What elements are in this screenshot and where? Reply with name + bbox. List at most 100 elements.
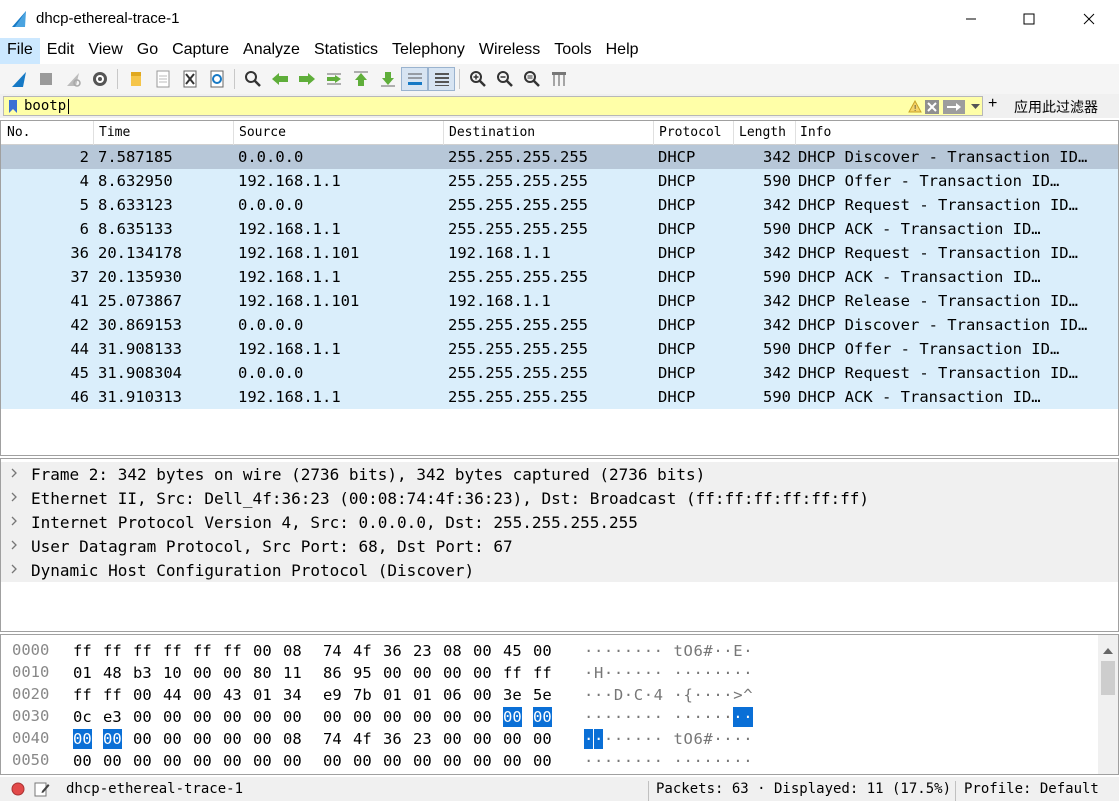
- hex-byte[interactable]: 00: [223, 707, 242, 727]
- hex-byte[interactable]: 45: [503, 641, 522, 661]
- start-capture-button[interactable]: [5, 67, 32, 91]
- hex-byte[interactable]: 00: [133, 685, 152, 705]
- hex-byte[interactable]: 01: [413, 685, 432, 705]
- packet-row[interactable]: 41 25.073867 192.168.1.101 192.168.1.1 DHCP 3…: [1, 289, 1118, 313]
- menu-wireless[interactable]: Wireless: [472, 38, 547, 64]
- ascii-char[interactable]: ·: [723, 641, 732, 661]
- maximize-button[interactable]: [1003, 0, 1055, 38]
- ascii-char[interactable]: D: [614, 685, 623, 705]
- column-header-length[interactable]: Length: [735, 125, 786, 140]
- ascii-char[interactable]: ·: [674, 707, 683, 727]
- column-header-source[interactable]: Source: [235, 125, 286, 140]
- zoom-out-button[interactable]: [491, 67, 518, 91]
- hex-byte[interactable]: 08: [283, 729, 302, 749]
- column-header-no[interactable]: No.: [3, 125, 30, 140]
- ascii-char[interactable]: ·: [634, 729, 643, 749]
- hex-byte[interactable]: 00: [193, 751, 212, 771]
- ascii-char[interactable]: 6: [693, 729, 702, 749]
- packet-row[interactable]: 46 31.910313 192.168.1.1 255.255.255.255 DHC…: [1, 385, 1118, 409]
- menu-capture[interactable]: Capture: [165, 38, 236, 64]
- column-header-destination[interactable]: Destination: [445, 125, 535, 140]
- hex-byte[interactable]: 00: [223, 663, 242, 683]
- apply-filter-label[interactable]: 应用此过滤器: [1014, 97, 1098, 117]
- ascii-char[interactable]: ·: [654, 751, 663, 771]
- find-packet-button[interactable]: [239, 67, 266, 91]
- ascii-char[interactable]: ·: [634, 751, 643, 771]
- ascii-char[interactable]: ·: [614, 707, 623, 727]
- packet-row[interactable]: 37 20.135930 192.168.1.1 255.255.255.255 DHC…: [1, 265, 1118, 289]
- hex-byte[interactable]: 00: [383, 663, 402, 683]
- column-divider[interactable]: [653, 121, 654, 145]
- hex-byte[interactable]: 00: [223, 751, 242, 771]
- hex-byte[interactable]: ff: [533, 663, 552, 683]
- ascii-char[interactable]: ·: [743, 663, 752, 683]
- ascii-char[interactable]: #: [703, 729, 712, 749]
- hex-byte[interactable]: 00: [503, 707, 522, 727]
- ascii-char[interactable]: ·: [713, 729, 722, 749]
- ascii-char[interactable]: ·: [723, 751, 732, 771]
- hex-byte[interactable]: ff: [103, 685, 122, 705]
- ascii-char[interactable]: ·: [584, 707, 593, 727]
- ascii-char[interactable]: ·: [624, 685, 633, 705]
- menu-tools[interactable]: Tools: [547, 38, 598, 64]
- hex-byte[interactable]: 36: [383, 641, 402, 661]
- menu-edit[interactable]: Edit: [40, 38, 82, 64]
- menu-telephony[interactable]: Telephony: [385, 38, 472, 64]
- capture-options-button[interactable]: [86, 67, 113, 91]
- hex-byte[interactable]: 01: [383, 685, 402, 705]
- column-header-time[interactable]: Time: [95, 125, 130, 140]
- ascii-char[interactable]: ·: [743, 641, 752, 661]
- hex-byte[interactable]: 48: [103, 663, 122, 683]
- detail-tree-item[interactable]: Internet Protocol Version 4, Src: 0.0.0.…: [1, 510, 1118, 534]
- hex-byte[interactable]: 4f: [353, 729, 372, 749]
- hex-byte[interactable]: 00: [443, 663, 462, 683]
- hex-byte[interactable]: 00: [383, 751, 402, 771]
- reload-file-button[interactable]: [203, 67, 230, 91]
- hex-byte[interactable]: 01: [253, 685, 272, 705]
- apply-filter-button[interactable]: [942, 99, 966, 114]
- ascii-char[interactable]: ·: [723, 685, 732, 705]
- hex-byte[interactable]: 44: [163, 685, 182, 705]
- hex-byte[interactable]: 00: [193, 685, 212, 705]
- hex-byte[interactable]: 00: [353, 751, 372, 771]
- hex-byte[interactable]: 00: [253, 751, 272, 771]
- hex-byte[interactable]: 00: [103, 751, 122, 771]
- ascii-char[interactable]: ·: [713, 641, 722, 661]
- status-profile[interactable]: Profile: Default: [964, 781, 1099, 797]
- ascii-char[interactable]: ·: [654, 663, 663, 683]
- ascii-char[interactable]: ·: [584, 685, 593, 705]
- display-filter-input[interactable]: bootp !: [3, 96, 983, 116]
- hex-byte[interactable]: 00: [533, 729, 552, 749]
- ascii-char[interactable]: ·: [634, 663, 643, 683]
- hex-byte[interactable]: 00: [413, 707, 432, 727]
- hex-byte[interactable]: 00: [163, 707, 182, 727]
- hex-byte[interactable]: ff: [223, 641, 242, 661]
- hex-byte[interactable]: 06: [443, 685, 462, 705]
- hex-byte[interactable]: 00: [533, 751, 552, 771]
- ascii-char[interactable]: ·: [703, 707, 712, 727]
- ascii-char[interactable]: {: [684, 685, 693, 705]
- ascii-char[interactable]: ·: [604, 663, 613, 683]
- ascii-char[interactable]: ·: [604, 729, 613, 749]
- hex-byte[interactable]: 00: [323, 751, 342, 771]
- hex-byte[interactable]: 00: [443, 751, 462, 771]
- chevron-right-icon[interactable]: [10, 464, 18, 486]
- ascii-char[interactable]: t: [674, 729, 683, 749]
- bytes-scrollbar[interactable]: [1098, 635, 1118, 774]
- capture-status-icon[interactable]: [11, 782, 25, 796]
- ascii-char[interactable]: ·: [743, 751, 752, 771]
- ascii-char[interactable]: ·: [644, 707, 653, 727]
- hex-byte[interactable]: 00: [353, 707, 372, 727]
- hex-byte[interactable]: ff: [73, 685, 92, 705]
- ascii-char[interactable]: ·: [693, 707, 702, 727]
- column-header-protocol[interactable]: Protocol: [655, 125, 722, 140]
- ascii-char[interactable]: ·: [604, 751, 613, 771]
- hex-byte[interactable]: 00: [473, 751, 492, 771]
- hex-byte[interactable]: 00: [193, 663, 212, 683]
- go-back-button[interactable]: [266, 67, 293, 91]
- hex-byte[interactable]: 00: [193, 707, 212, 727]
- ascii-char[interactable]: ·: [584, 729, 594, 749]
- packet-row[interactable]: 2 7.587185 0.0.0.0 255.255.255.255 DHCP 342 DH…: [1, 145, 1118, 169]
- ascii-char[interactable]: ·: [713, 663, 722, 683]
- ascii-char[interactable]: ·: [733, 707, 743, 727]
